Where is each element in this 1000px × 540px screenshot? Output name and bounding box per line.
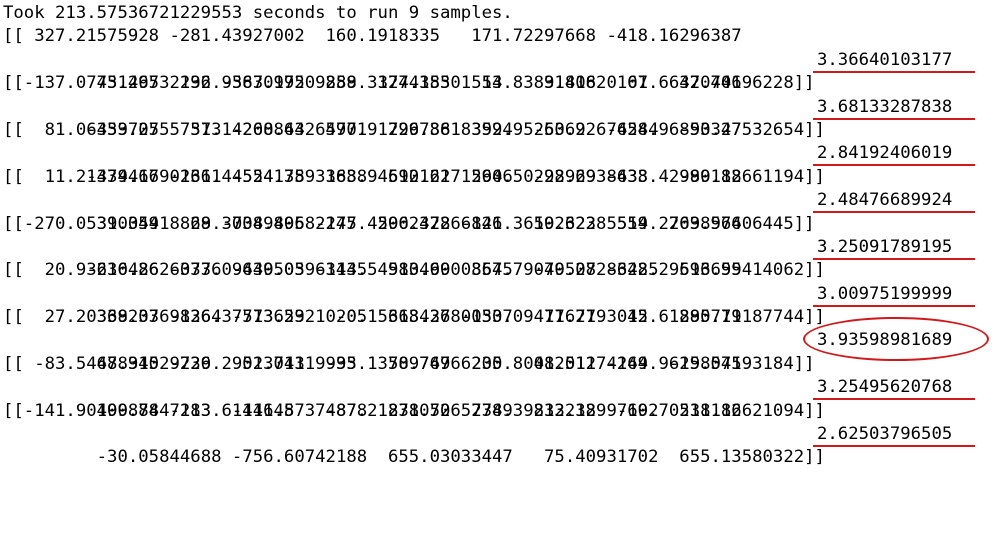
sample-block: [[-270.05310059 28.30049896 -147.4206237… xyxy=(3,213,993,280)
sample-row-2-values: -30.05844688 -756.60742188 655.03033447 … xyxy=(65,447,825,468)
sample-block: [[ 81.06453705 51.14260864 590.91729736 … xyxy=(3,119,993,187)
sample-block: [[-141.90499878 -283.6111145 -87.2187805… xyxy=(3,400,993,467)
error-value: 2.62503796505 xyxy=(817,424,953,445)
sample-row-2: -339.27557373 -208.43264771 296.88183594… xyxy=(3,96,993,140)
sample-block: [[ -83.54678345 -226.29023743 -33.137897… xyxy=(3,353,993,421)
sample-row-1: [[-137.07751465 296.95870972 259.3174438… xyxy=(3,73,742,94)
console-header: Took 213.57536721229553 seconds to run 9… xyxy=(3,3,513,23)
sample-row-2: -30.05844688 -756.60742188 655.03033447 … xyxy=(3,423,993,467)
red-underline-annotation xyxy=(813,445,975,448)
sample-block: [[ 20.93616486 -373.09640503 -144.549804… xyxy=(3,259,993,327)
sample-row-2: 48.91029739 51.01119995 50.76766205 48.0… xyxy=(3,317,993,374)
sample-row-1: [[ 20.93616486 -373.09640503 -144.549804… xyxy=(3,260,742,281)
sample-block: [[-137.07751465 296.95870972 259.3174438… xyxy=(3,72,993,140)
sample-row-1: [[ 327.21575928 -281.43927002 160.191833… xyxy=(3,26,742,47)
error-value: 3.68133287838 xyxy=(817,96,953,117)
sample-row-2: 368.37698364 -573.59210205 368.26800537 … xyxy=(3,283,993,327)
error-value: 3.25495620768 xyxy=(817,377,953,398)
sample-row-1: [[-270.05310059 28.30049896 -147.4206237… xyxy=(3,213,742,234)
sample-row-1: [[ 11.21479416 -236.44554138 168.9461212… xyxy=(3,166,742,187)
error-value: 3.25091789195 xyxy=(817,236,953,257)
error-value: 3.36640103177 xyxy=(817,49,953,70)
sample-row-2: -230.26260376 -439.05963135 513.90008545… xyxy=(3,236,993,280)
error-value: 2.48476689924 xyxy=(817,190,953,211)
sample-row-1: [[ 81.06453705 51.14260864 590.91729736 … xyxy=(3,119,742,140)
error-value: 2.84192406019 xyxy=(817,143,953,164)
sample-row-1: [[ -83.54678345 -226.29023743 -33.137897… xyxy=(3,353,742,374)
sample-row-2: 100.8447113 -446.87374878 231.70657349 2… xyxy=(3,376,993,421)
sample-row-2: 39.34418869 -738.40582275 590.42266846 5… xyxy=(3,189,993,234)
sample-row-2: 43.29732132 -363.19509888 327.15301514 9… xyxy=(3,49,993,93)
console-output: Took 213.57536721229553 seconds to run 9… xyxy=(3,2,993,467)
sample-block: [[ 327.21575928 -281.43927002 160.191833… xyxy=(3,25,993,93)
sample-block: [[ 27.20339203 -126.37713623 -0.15613437… xyxy=(3,306,993,374)
error-value: 3.00975199999 xyxy=(817,283,953,304)
sample-row-1: [[-141.90499878 -283.6111145 -87.2187805… xyxy=(3,400,742,421)
sample-block: [[ 11.21479416 -236.44554138 168.9461212… xyxy=(3,166,993,234)
sample-row-2: -334.67901611 -524.75933838 590.61712646… xyxy=(3,142,993,187)
